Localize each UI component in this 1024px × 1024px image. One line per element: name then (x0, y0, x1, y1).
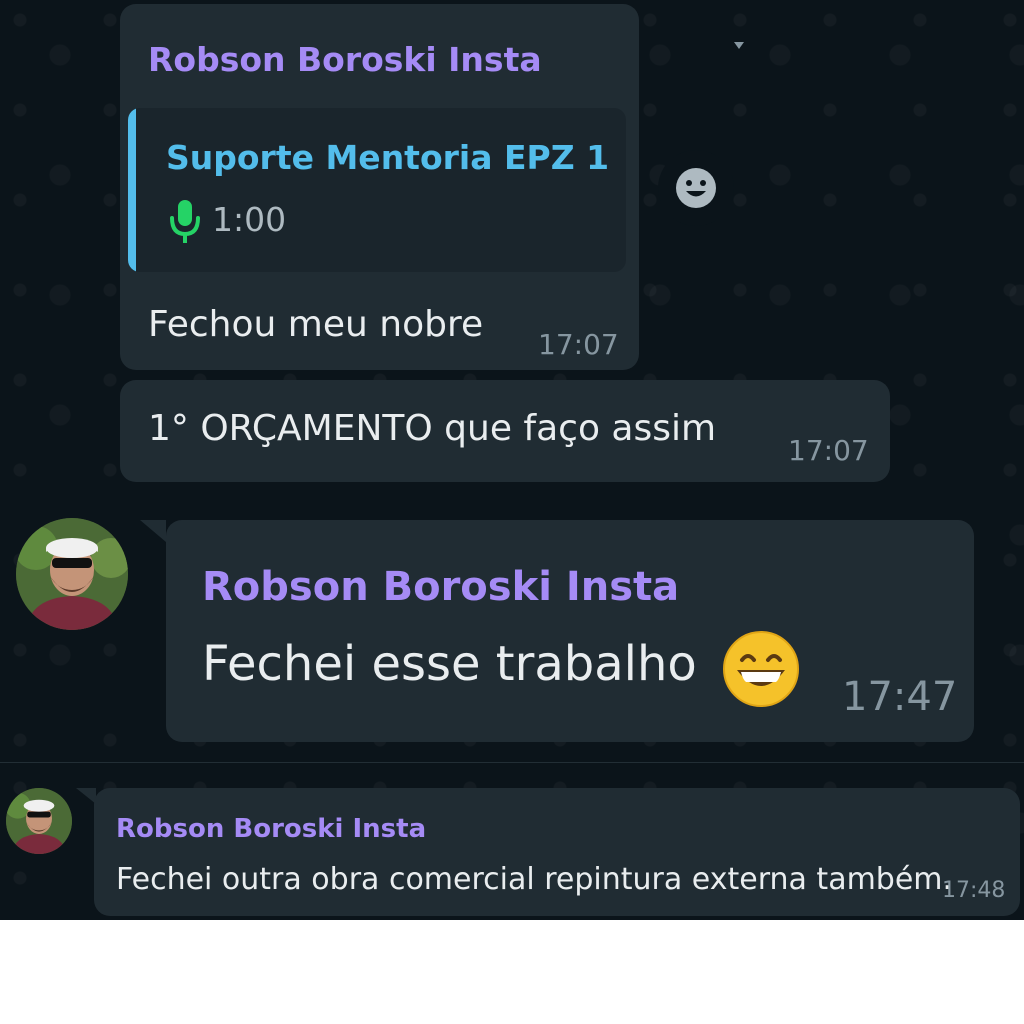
message-timestamp: 17:48 (942, 878, 1006, 903)
message-text: Fechei outra obra comercial repintura ex… (116, 862, 953, 897)
sender-name[interactable]: Robson Boroski Insta (202, 564, 679, 610)
message-bubble-4[interactable]: Robson Boroski Insta Fechei outra obra c… (94, 788, 1020, 916)
chat-screenshot-top: Robson Boroski Insta Suporte Mentoria EP… (0, 0, 1024, 762)
message-bubble-1[interactable]: Robson Boroski Insta Suporte Mentoria EP… (120, 4, 744, 370)
smiley-reaction-icon (676, 168, 716, 208)
bubble-tail (140, 520, 166, 542)
chat-screenshot-bottom: Robson Boroski Insta Fechei outra obra c… (0, 768, 1024, 920)
message-bubble-2[interactable]: 1° ORÇAMENTO que faço assim 17:07 (120, 380, 890, 482)
message-menu-chevron-icon[interactable] (734, 42, 744, 49)
profile-photo (6, 788, 72, 854)
profile-photo (16, 518, 128, 630)
quote-accent-bar (128, 108, 136, 272)
quote-title: Suporte Mentoria EPZ 1 (166, 138, 610, 177)
sender-name[interactable]: Robson Boroski Insta (116, 814, 426, 844)
quoted-audio-message[interactable]: Suporte Mentoria EPZ 1 1:00 (128, 108, 626, 272)
avatar[interactable] (16, 518, 128, 630)
sender-name[interactable]: Robson Boroski Insta (148, 40, 542, 79)
message-timestamp: 17:07 (788, 434, 869, 467)
message-timestamp: 17:47 (842, 674, 958, 720)
message-text: 1° ORÇAMENTO que faço assim (148, 408, 717, 449)
add-reaction-button[interactable] (658, 150, 734, 226)
message-text: Fechei esse trabalho (202, 636, 697, 692)
audio-duration: 1:00 (212, 200, 287, 239)
bubble-tail (76, 788, 96, 804)
message-timestamp: 17:07 (538, 328, 619, 361)
message-bubble-3[interactable]: Robson Boroski Insta Fechei esse trabalh… (166, 520, 974, 742)
avatar[interactable] (6, 788, 72, 854)
mic-icon (170, 200, 200, 243)
message-text: Fechou meu nobre (148, 304, 484, 345)
grinning-face-emoji (723, 631, 799, 707)
